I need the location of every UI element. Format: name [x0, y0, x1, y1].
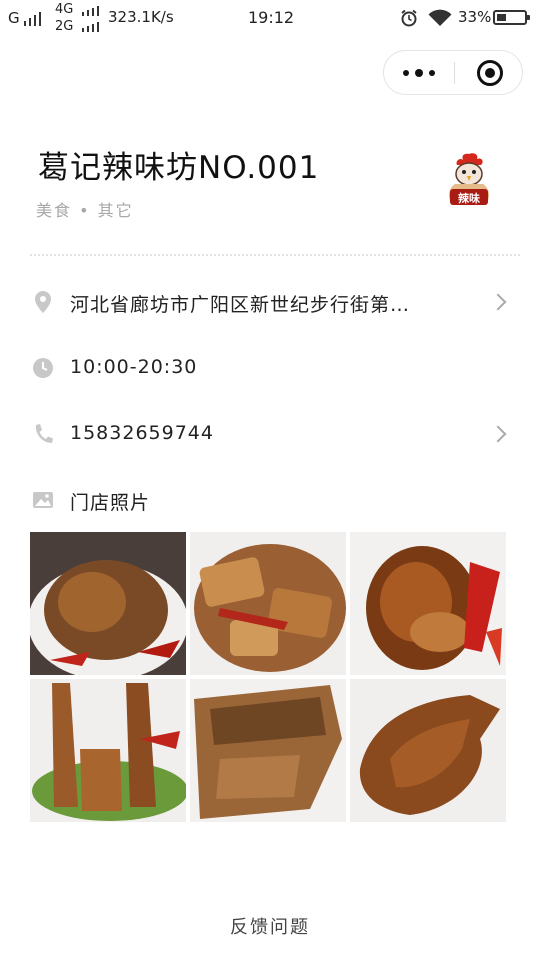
more-dot-icon: [429, 69, 435, 76]
miniprogram-capsule: [383, 50, 523, 95]
more-button[interactable]: [384, 51, 454, 94]
clock-icon: [33, 358, 53, 378]
section-divider: [30, 254, 520, 256]
shop-category: 美食 • 其它: [36, 201, 134, 220]
hours-text: 10:00-20:30: [70, 356, 198, 378]
close-button[interactable]: [477, 60, 503, 86]
store-photo[interactable]: [30, 532, 186, 675]
photos-header-row: 门店照片: [0, 478, 540, 522]
more-dot-icon: [403, 69, 409, 76]
hours-row: 10:00-20:30: [0, 346, 540, 390]
signal-icon: [80, 22, 100, 32]
battery-percent: 33%: [458, 8, 492, 26]
store-photo[interactable]: [30, 679, 186, 822]
battery-icon: [493, 10, 530, 25]
address-row[interactable]: 河北省廊坊市广阳区新世纪步行街第…: [0, 280, 540, 324]
shop-name: 葛记辣味坊NO.001: [38, 150, 320, 186]
feedback-link[interactable]: 反馈问题: [0, 913, 540, 939]
phone-icon: [35, 424, 53, 443]
capsule-divider: [454, 62, 455, 84]
alarm-icon: [401, 9, 417, 27]
network-speed: 323.1K/s: [108, 8, 174, 26]
chevron-right-icon: [489, 425, 507, 443]
phone-text: 15832659744: [70, 422, 214, 444]
shop-logo: 辣味: [448, 153, 490, 205]
logo-text: 辣味: [458, 191, 480, 205]
status-bar: G 4G 2G 323.1K/s 19:12 33%: [0, 0, 540, 36]
chevron-right-icon: [489, 293, 507, 311]
phone-row[interactable]: 15832659744: [0, 412, 540, 456]
store-photo[interactable]: [190, 679, 346, 822]
store-photo[interactable]: [190, 532, 346, 675]
more-dot-icon: [415, 68, 423, 77]
signal-icon: [80, 6, 100, 16]
image-icon: [33, 492, 53, 508]
address-text: 河北省廊坊市广阳区新世纪步行街第…: [70, 294, 411, 316]
clock: 19:12: [248, 8, 295, 27]
location-pin-icon: [35, 291, 51, 313]
photos-label: 门店照片: [70, 492, 151, 514]
wifi-icon: [428, 9, 452, 26]
store-photo[interactable]: [350, 532, 506, 675]
network-type-2g: 2G: [55, 19, 74, 34]
carrier-label: G: [8, 9, 20, 27]
network-type-4g: 4G: [55, 2, 74, 17]
store-photo[interactable]: [350, 679, 506, 822]
signal-icon: [22, 12, 42, 26]
